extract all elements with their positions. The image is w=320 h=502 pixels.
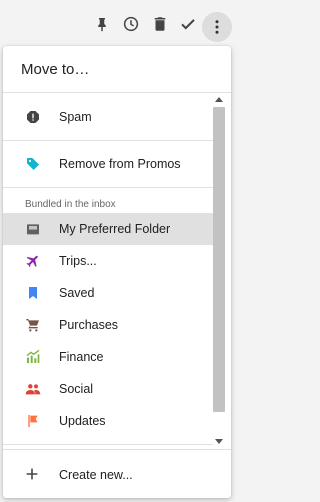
menu-item-label: Saved xyxy=(59,286,95,300)
menu-item-trips[interactable]: Trips... xyxy=(3,245,213,277)
menu-item-label: Social xyxy=(59,382,94,396)
trash-icon[interactable] xyxy=(150,14,170,34)
plane-icon xyxy=(25,253,41,269)
flag-icon xyxy=(25,413,41,429)
scrollbar-thumb[interactable] xyxy=(213,107,225,412)
spam-icon xyxy=(25,109,41,125)
pin-icon[interactable] xyxy=(92,14,112,34)
menu-item-label: Spam xyxy=(59,110,92,124)
finance-chart-icon xyxy=(25,349,41,365)
scrollbar[interactable] xyxy=(213,93,225,449)
menu-item-label: My Preferred Folder xyxy=(59,222,171,236)
more-options-button[interactable] xyxy=(202,12,232,42)
divider xyxy=(3,140,213,141)
menu-title: Move to… xyxy=(3,46,231,93)
menu-item-label: Remove from Promos xyxy=(59,157,181,171)
menu-item-spam[interactable]: Spam xyxy=(3,101,213,133)
move-to-menu: Move to… Spam Remove from Promos Bundled… xyxy=(3,46,231,498)
menu-item-my-preferred-folder[interactable]: My Preferred Folder xyxy=(3,213,213,245)
divider xyxy=(3,444,213,445)
create-new-button[interactable]: Create new... xyxy=(3,449,231,498)
menu-item-purchases[interactable]: Purchases xyxy=(3,309,213,341)
create-new-label: Create new... xyxy=(59,467,133,482)
toolbar xyxy=(0,0,242,50)
scroll-up-arrow-icon[interactable] xyxy=(215,97,223,102)
menu-item-label: Purchases xyxy=(59,318,119,332)
people-icon xyxy=(25,381,41,397)
done-check-icon[interactable] xyxy=(178,14,198,34)
menu-item-finance[interactable]: Finance xyxy=(3,341,213,373)
divider xyxy=(3,187,213,188)
menu-item-saved[interactable]: Saved xyxy=(3,277,213,309)
promo-tag-icon xyxy=(25,156,41,172)
section-title: Bundled in the inbox xyxy=(25,198,116,210)
menu-item-label: Finance xyxy=(59,350,104,364)
menu-item-updates[interactable]: Updates xyxy=(3,405,213,437)
bookmark-icon xyxy=(25,285,41,301)
more-vert-icon xyxy=(215,20,219,34)
scroll-down-arrow-icon[interactable] xyxy=(215,439,223,444)
menu-item-label: Updates xyxy=(59,414,106,428)
menu-item-remove-from-promos[interactable]: Remove from Promos xyxy=(3,148,213,180)
cart-icon xyxy=(25,317,41,333)
snooze-clock-icon[interactable] xyxy=(121,14,141,34)
folder-icon xyxy=(25,221,41,237)
menu-item-social[interactable]: Social xyxy=(3,373,213,405)
menu-item-label: Trips... xyxy=(59,254,97,268)
plus-icon xyxy=(24,466,40,482)
menu-scroll-area: Spam Remove from Promos Bundled in the i… xyxy=(3,93,231,449)
